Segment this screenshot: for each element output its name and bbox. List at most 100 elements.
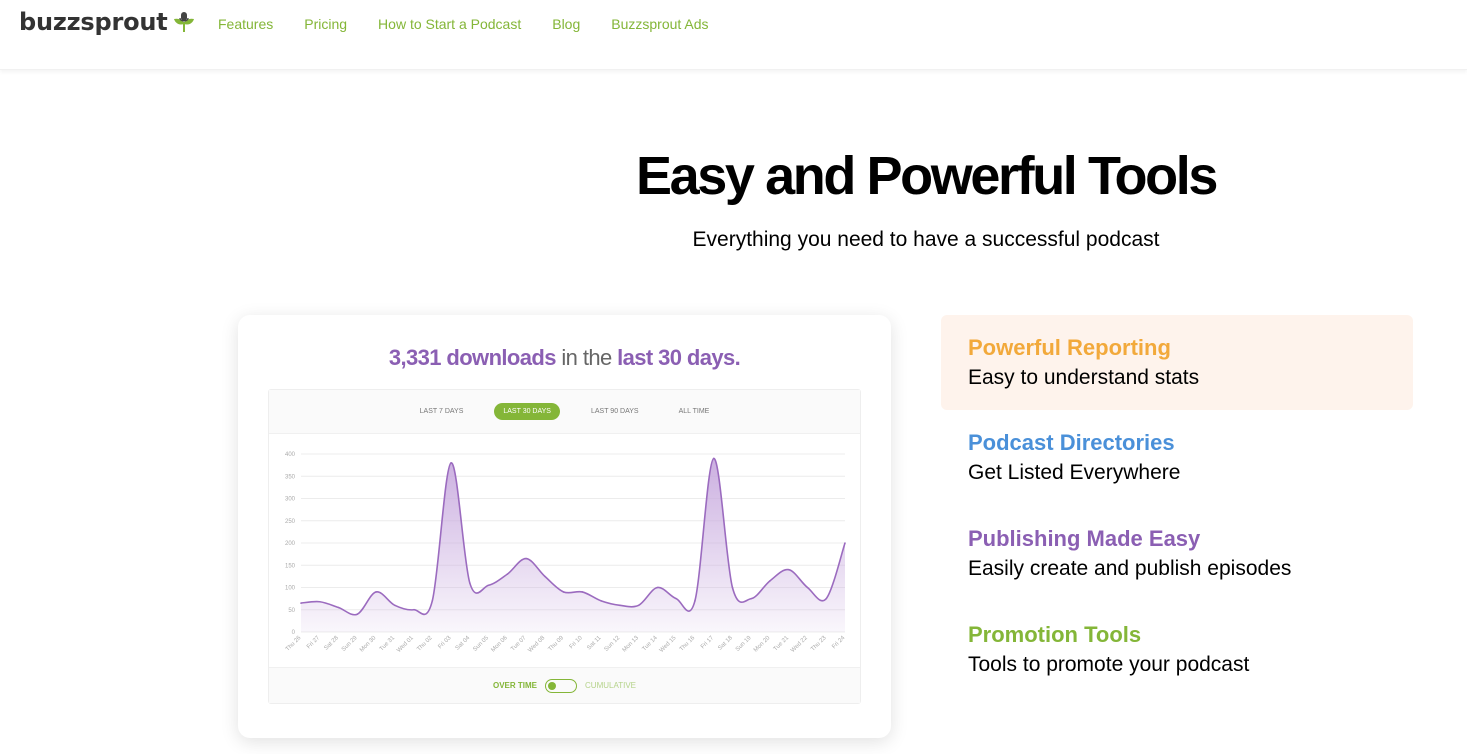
logo-text: buzzsprout (19, 8, 168, 36)
x-tick-label: Wed 22 (790, 635, 809, 654)
downloads-period: last 30 days. (617, 345, 741, 370)
chart-panel: LAST 7 DAYS LAST 30 DAYS LAST 90 DAYS AL… (268, 389, 861, 704)
hero-title: Easy and Powerful Tools (636, 146, 1218, 206)
downloads-connector: in the (561, 345, 612, 370)
data-point (393, 604, 396, 607)
data-point (694, 600, 696, 602)
data-point (356, 613, 359, 615)
feature-title: Podcast Directories (968, 430, 1175, 455)
y-tick-label: 250 (285, 519, 296, 525)
data-point (844, 542, 846, 544)
downloads-count: 3,331 downloads (388, 345, 557, 370)
data-point (806, 586, 809, 589)
nav-how-to-start[interactable]: How to Start a Podcast (378, 16, 521, 32)
y-tick-label: 300 (285, 497, 296, 503)
y-tick-label: 100 (285, 586, 296, 592)
buzzsprout-logo[interactable]: buzzsprout (19, 8, 196, 36)
feature-list: Powerful Reporting Easy to understand st… (941, 315, 1413, 698)
feature-desc: Easily create and publish episodes (968, 557, 1292, 580)
x-tick-label: Thu 26 (285, 635, 303, 653)
data-point (731, 586, 734, 589)
x-tick-label: Sat 04 (455, 635, 472, 652)
x-tick-label: Fri 10 (569, 635, 585, 651)
x-tick-label: Mon 30 (359, 635, 378, 654)
tab-last-90-days[interactable]: LAST 90 DAYS (582, 403, 648, 420)
data-point (619, 604, 621, 607)
x-tick-label: Fri 27 (306, 635, 322, 651)
x-tick-label: Thu 02 (416, 635, 434, 653)
x-tick-label: Thu 23 (810, 635, 828, 653)
feature-desc: Tools to promote your podcast (968, 653, 1250, 676)
data-point (712, 457, 715, 460)
data-point (300, 602, 302, 604)
data-point (787, 568, 790, 571)
sprout-icon (173, 12, 194, 33)
feature-publishing-made-easy[interactable]: Publishing Made Easy Easily create and p… (941, 506, 1413, 602)
nav-pricing[interactable]: Pricing (304, 16, 347, 32)
feature-desc: Get Listed Everywhere (968, 461, 1181, 484)
data-point (525, 557, 527, 560)
data-point (637, 604, 640, 607)
top-navbar: buzzsprout Features Pricing How to Start… (0, 0, 1467, 70)
feature-title: Promotion Tools (968, 622, 1142, 647)
x-tick-label: Mon 06 (490, 635, 509, 654)
x-tick-label: Thu 16 (679, 635, 697, 653)
y-tick-label: 350 (285, 474, 296, 480)
series-area (301, 458, 845, 632)
main-nav: Features Pricing How to Start a Podcast … (218, 16, 740, 32)
data-point (450, 462, 452, 464)
x-tick-label: Sat 28 (323, 635, 340, 652)
y-tick-label: 50 (288, 608, 295, 614)
toggle-knob (548, 681, 557, 690)
data-point (675, 597, 677, 600)
period-tabs: LAST 7 DAYS LAST 30 DAYS LAST 90 DAYS AL… (269, 390, 860, 434)
data-point (750, 597, 753, 600)
downloads-headline: 3,331 downloads in the last 30 days. (238, 345, 891, 371)
x-tick-label: Fri 17 (700, 635, 716, 651)
x-tick-label: Sun 19 (735, 635, 753, 653)
tab-last-7-days[interactable]: LAST 7 DAYS (411, 403, 473, 420)
x-tick-label: Thu 09 (548, 635, 566, 653)
data-point (506, 573, 509, 575)
feature-desc: Easy to understand stats (968, 366, 1200, 389)
x-tick-label: Wed 01 (396, 635, 415, 654)
data-point (337, 606, 340, 609)
x-tick-label: Wed 15 (659, 635, 678, 654)
x-tick-label: Mon 20 (753, 635, 772, 654)
y-tick-label: 0 (292, 630, 296, 636)
data-point (562, 591, 565, 593)
tab-all-time[interactable]: ALL TIME (670, 403, 719, 420)
data-point (469, 582, 471, 584)
tab-last-30-days[interactable]: LAST 30 DAYS (494, 403, 560, 420)
nav-blog[interactable]: Blog (552, 16, 580, 32)
data-point (769, 580, 771, 582)
x-tick-label: Sat 18 (717, 635, 734, 652)
nav-features[interactable]: Features (218, 16, 273, 32)
data-point (656, 586, 659, 589)
data-point (600, 600, 602, 602)
feature-podcast-directories[interactable]: Podcast Directories Get Listed Everywher… (941, 410, 1413, 506)
nav-buzzsprout-ads[interactable]: Buzzsprout Ads (611, 16, 708, 32)
data-point (581, 591, 584, 593)
data-point (487, 584, 490, 587)
feature-promotion-tools[interactable]: Promotion Tools Tools to promote your po… (941, 602, 1413, 698)
feature-title: Powerful Reporting (968, 335, 1171, 360)
hero-subtitle: Everything you need to have a successful… (692, 228, 1160, 251)
x-tick-label: Tue 14 (642, 635, 660, 653)
data-point (318, 600, 321, 603)
x-tick-label: Wed 08 (527, 635, 546, 654)
x-tick-label: Fri 24 (831, 635, 847, 651)
x-tick-label: Sat 11 (586, 635, 603, 652)
x-tick-label: Sun 05 (472, 635, 490, 653)
x-tick-label: Sun 12 (604, 635, 622, 653)
x-tick-label: Fri 03 (437, 635, 453, 651)
data-point (825, 597, 828, 600)
mode-toggle[interactable] (545, 678, 578, 693)
x-tick-label: Tue 21 (773, 635, 791, 653)
data-point (431, 600, 434, 602)
feature-powerful-reporting[interactable]: Powerful Reporting Easy to understand st… (941, 315, 1413, 410)
chart-mode-bar: OVER TIME CUMULATIVE (269, 667, 860, 703)
x-tick-label: Mon 13 (622, 635, 641, 654)
downloads-chart: 050100150200250300350400Thu 26 Fri 27 Sat … (285, 452, 847, 654)
feature-title: Publishing Made Easy (968, 526, 1201, 551)
